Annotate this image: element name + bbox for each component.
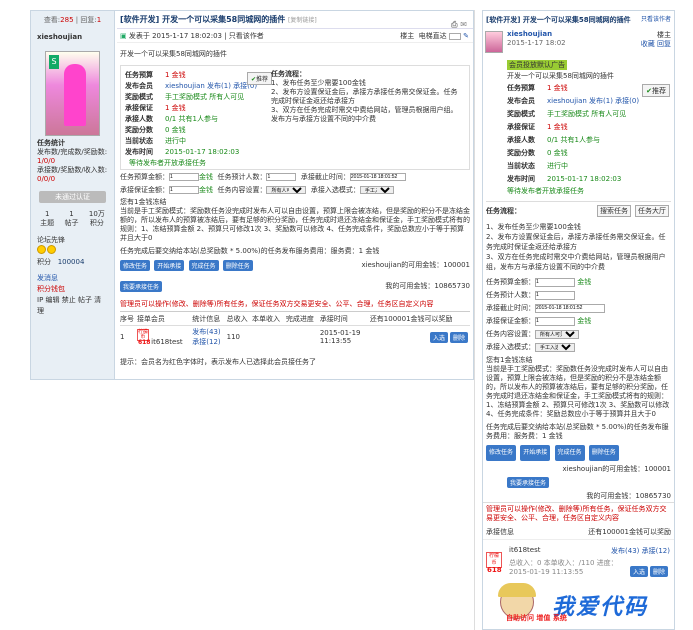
search-task-button[interactable]: 搜索任务 — [597, 205, 631, 217]
mobile-admin-warning: 管理员可以操作(修改、删除等)所有任务，保证任务双方交易更安全、公平、合理，任务… — [483, 502, 674, 525]
remove-taker-button[interactable]: 删除 — [449, 331, 468, 343]
watermark-logo: 我爱代码 自助访问 增值 系统 — [498, 583, 675, 625]
edit-task-button[interactable]: 修改任务 — [486, 445, 517, 461]
guarantee-input[interactable] — [169, 186, 199, 194]
reward-notes: 您有1金钱冻结 当前是手工奖励模式：奖励数任务没完成时发布人可以自由设置，预算上… — [120, 198, 470, 242]
user-stats: 1 主题 1 帖子 10万 积分 — [31, 207, 114, 231]
table-row: 1 柠檬币 618 it618test 发布(43) 承接(12) 110 2015… — [120, 325, 470, 349]
hint-text: 提示：会员名为红色字体时，表示发布人已选择此会员接任务了 — [120, 358, 316, 366]
mobile-recommend-button[interactable]: ✔推荐 — [642, 84, 670, 97]
mobile-form: 任务预算金额： 金钱 任务预计人数： 承接截止时间： 承接保证金额： 金钱 任务… — [483, 276, 674, 354]
admin-warning: 管理员可以操作(修改、删除等)所有任务，保证任务双方交易更安全、公平、合理，任务… — [120, 299, 470, 312]
stat-threads[interactable]: 1 主题 — [40, 210, 54, 228]
start-accept-button[interactable]: 开始承接 — [154, 260, 185, 271]
author-actions: 发消息 积分钱包 IP 编辑 禁止 帖子 清理 — [31, 271, 114, 319]
deadline-input[interactable] — [535, 303, 605, 313]
accept-task-button[interactable]: 我要承接任务 — [120, 281, 163, 292]
post-intro: 开发一个可以采集58同城网的插件 — [120, 50, 227, 58]
reply-link[interactable]: 回复 — [657, 40, 671, 48]
wallet-link[interactable]: 积分钱包 — [37, 284, 108, 295]
send-message-link[interactable]: 发消息 — [37, 273, 108, 284]
thread-title: [软件开发] 开发一个可以采集58同城网的插件 [复制链接] ⎙ ✉ — [117, 11, 473, 29]
avatar[interactable]: S — [45, 51, 100, 136]
poster-balance: xieshoujian的可用金钱：100001 — [361, 261, 470, 269]
taker-name[interactable]: it618test — [509, 546, 541, 554]
deadline-input[interactable] — [349, 173, 406, 181]
budget-input[interactable] — [535, 277, 575, 287]
mobile-task-flow: 任务流程： 搜索任务 任务大厅 1、发布任务至少需要100金钱 2、发布方设置保… — [486, 201, 671, 272]
floor-input[interactable] — [448, 32, 461, 40]
user-avatar[interactable]: 柠檬币 618 — [136, 328, 150, 345]
mobile-only-author[interactable]: 只看该作者 — [641, 11, 671, 29]
recommend-button[interactable]: ✔推荐 — [247, 72, 273, 85]
accept-task-button[interactable]: 我要承接任务 — [507, 477, 550, 488]
coin-icon — [37, 245, 46, 254]
visibility-select[interactable]: 所有人可见 — [266, 186, 307, 194]
mobile-author: xieshoujian 2015-1-17 18:02 楼主 收藏 回复 — [483, 29, 674, 57]
delete-task-button[interactable]: 删除任务 — [588, 445, 619, 461]
taker-name[interactable]: it618test — [151, 338, 183, 346]
jump-to-floor[interactable]: 电梯直达 — [419, 32, 447, 40]
selection-mode-select[interactable]: 手工入选 — [535, 342, 575, 352]
takers-table: 序号 接单会员 统计信息 总收入 本单收入 完成进度 承接时间 还有100001金钱可以奖励… — [120, 314, 470, 349]
people-input[interactable] — [266, 173, 297, 181]
only-author-link[interactable]: 只看该作者 — [229, 32, 264, 40]
thread-window-desktop: 查看:285 | 回复:1 xieshoujian S 任务统计 发布数/完成数… — [30, 10, 474, 380]
visibility-select[interactable]: 所有人可见 — [535, 329, 579, 339]
copy-link[interactable]: [复制链接] — [288, 17, 317, 24]
ad-banner[interactable]: 会员投放默认广告 — [507, 60, 567, 70]
select-taker-button[interactable]: 入选 — [429, 331, 448, 343]
waiting-notice: 等待发布者开放承接任务 — [129, 159, 206, 167]
straw-hat-icon — [498, 583, 536, 597]
avatar[interactable] — [485, 31, 503, 53]
pen-icon[interactable]: ✎ — [463, 32, 469, 40]
complete-task-button[interactable]: 完成任务 — [188, 260, 219, 271]
task-hall-button[interactable]: 任务大厅 — [635, 205, 669, 217]
author-sidebar: 查看:285 | 回复:1 xieshoujian S 任务统计 发布数/完成数… — [31, 11, 115, 379]
edit-task-button[interactable]: 修改任务 — [120, 260, 151, 271]
mobile-my-balance: 我的可用金钱：10865730 — [586, 492, 671, 500]
service-fee-note: 任务完成后要交纳给本站(总奖励数 * 5.00%)的任务发布服务费用：服务费：1… — [120, 247, 380, 255]
online-icon: ▣ — [120, 32, 127, 40]
mobile-action-buttons: 修改任务 开始承接 完成任务 删除任务 — [483, 443, 674, 463]
post-meta: ▣ 发表于 2015-1-17 18:02:03 | 只看该作者 楼主 电梯直达… — [117, 29, 473, 43]
view-reply-counts: 查看:285 | 回复:1 — [43, 16, 102, 24]
remove-taker-button[interactable]: 删除 — [649, 566, 668, 577]
medal-area: 论坛先锋 积分 100004 — [37, 236, 85, 266]
my-balance: 我的可用金钱：10865730 — [385, 282, 470, 290]
form-row-1: 任务预算金额：金钱 任务预计人数： 承接截止时间： — [120, 172, 470, 183]
stat-posts[interactable]: 1 帖子 — [65, 210, 79, 228]
mobile-task-info: 任务预算 1 金钱 发布会员 xieshoujian 发布(1) 承接(0) 奖励模… — [483, 82, 674, 186]
thread-window-mobile: [软件开发] 开发一个可以采集58同城网的插件 只看该作者 xieshoujia… — [482, 10, 675, 630]
task-info: 任务预算 1 金钱 发布会员 xieshoujian 发布(1) 承接(0) 奖励模… — [125, 70, 265, 169]
user-avatar[interactable]: 柠檬币 618 — [486, 552, 502, 574]
form-row-2: 承接保证金额：金钱 任务内容设置：所有人可见 承接入选模式：手工入选 — [120, 185, 470, 196]
task-stats-info: 任务统计 发布数/完成数/奖励数: 1/0/0 承接数/奖励数/收入数: 0/0… — [37, 139, 108, 183]
people-input[interactable] — [535, 290, 575, 300]
favorite-link[interactable]: 收藏 — [641, 40, 655, 48]
stat-points[interactable]: 10万 积分 — [89, 210, 105, 228]
mobile-poster-balance: xieshoujian的可用金钱：100001 — [562, 465, 671, 473]
admin-links[interactable]: IP 编辑 禁止 帖子 清理 — [37, 295, 108, 317]
action-buttons: 修改任务 开始承接 完成任务 删除任务 xieshoujian的可用金钱：100… — [120, 260, 470, 271]
list-item: 柠檬币 618 it618test 发布(43) 承接(12) 总收入：0 本单收… — [486, 546, 670, 577]
delete-task-button[interactable]: 删除任务 — [222, 260, 253, 271]
mobile-intro: 开发一个可以采集58同城网的插件 — [507, 72, 614, 80]
mobile-waiting: 等待发布者开放承接任务 — [507, 187, 584, 195]
author-name[interactable]: xieshoujian — [31, 29, 114, 45]
coin-icon — [47, 245, 56, 254]
certification-badge: 未通过认证 — [39, 191, 106, 203]
guarantee-input[interactable] — [535, 316, 575, 326]
mobile-notes: 您有1金钱冻结 当前是手工奖励模式：奖励数任务没完成时发布人可以自由设置，预算上… — [486, 356, 670, 440]
mobile-thread-title: [软件开发] 开发一个可以采集58同城网的插件 只看该作者 — [483, 11, 674, 29]
budget-input[interactable] — [169, 173, 199, 181]
select-taker-button[interactable]: 入选 — [629, 566, 648, 577]
thread-main: [软件开发] 开发一个可以采集58同城网的插件 [复制链接] ⎙ ✉ ▣ 发表于… — [117, 11, 473, 379]
start-accept-button[interactable]: 开始承接 — [520, 445, 551, 461]
task-flow: 任务流程： 1、发布任务至少需要100金钱 2、发布方设置保证金后，承接方承接任… — [271, 70, 458, 123]
task-panel: 任务预算 1 金钱 发布会员 xieshoujian 发布(1) 承接(0) 奖励模… — [120, 65, 470, 170]
complete-task-button[interactable]: 完成任务 — [554, 445, 585, 461]
selection-mode-select[interactable]: 手工入选 — [359, 186, 394, 194]
